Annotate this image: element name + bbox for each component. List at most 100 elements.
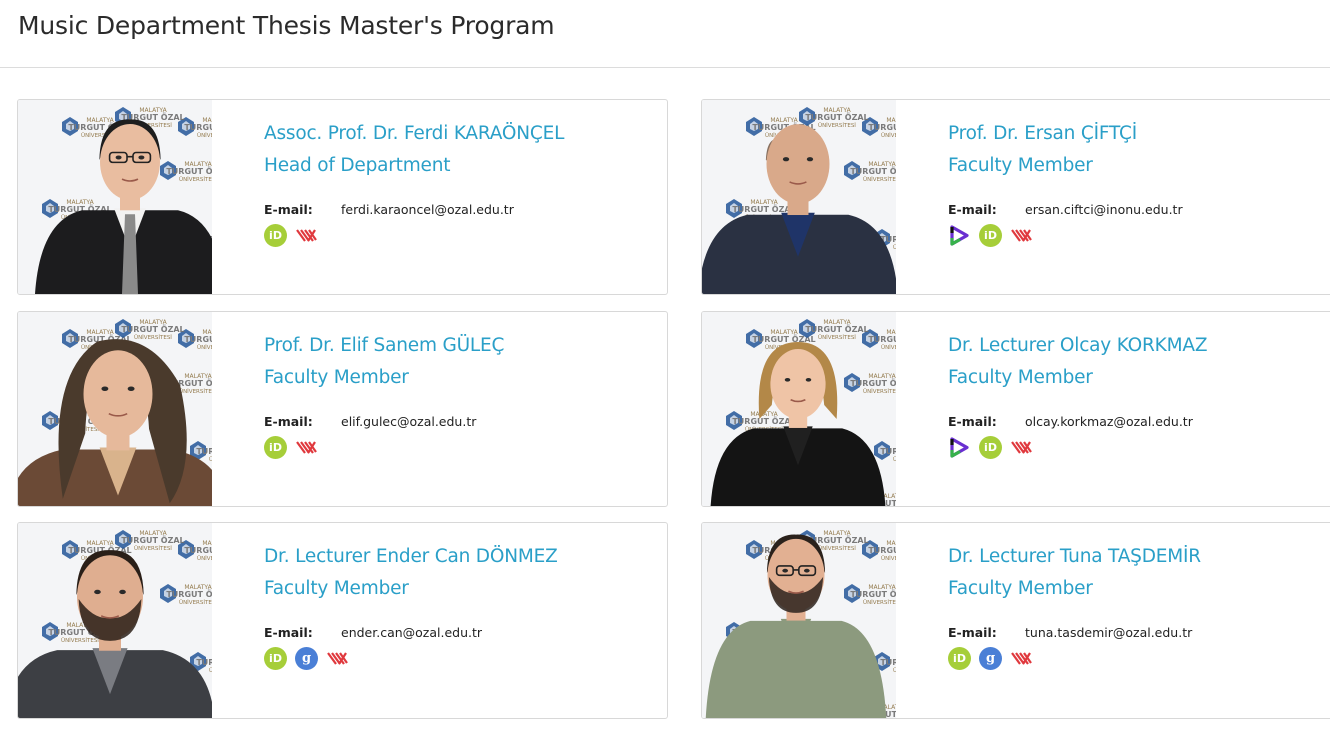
email-row: E-mail: olcay.korkmaz@ozal.edu.tr <box>948 414 1330 432</box>
faculty-name-link[interactable]: Dr. Lecturer Tuna TAŞDEMİR <box>948 541 1330 573</box>
profile-links: iD <box>264 223 659 247</box>
yoksis-icon[interactable] <box>1010 647 1033 670</box>
email-value[interactable]: olcay.korkmaz@ozal.edu.tr <box>1025 414 1193 429</box>
faculty-role[interactable]: Head of Department <box>264 150 659 182</box>
svg-text:ÜNİVERSİTESİ: ÜNİVERSİTESİ <box>197 132 212 139</box>
email-value[interactable]: elif.gulec@ozal.edu.tr <box>341 414 476 429</box>
svg-text:ÜNİVERSİTESİ: ÜNİVERSİTESİ <box>881 132 896 139</box>
svg-text:ÜNİVERSİTESİ: ÜNİVERSİTESİ <box>134 545 172 552</box>
faculty-card: MALATYA TURGUT ÖZAL ÜNİVERSİTESİ MALATYA… <box>701 311 1330 507</box>
faculty-card: MALATYA TURGUT ÖZAL ÜNİVERSİTESİ MALATYA… <box>17 522 668 719</box>
faculty-role[interactable]: Faculty Member <box>264 573 659 605</box>
orcid-icon[interactable]: iD <box>979 223 1002 247</box>
svg-text:TURGUT ÖZAL: TURGUT ÖZAL <box>732 416 795 426</box>
svg-text:ÜNİVERSİTESİ: ÜNİVERSİTESİ <box>893 456 896 463</box>
svg-text:ÜNİVERSİTESİ: ÜNİVERSİTESİ <box>209 667 212 674</box>
faculty-card: MALATYA TURGUT ÖZAL ÜNİVERSİTESİ MALATYA… <box>701 522 1330 719</box>
profile-photo: MALATYA TURGUT ÖZAL ÜNİVERSİTESİ MALATYA… <box>702 100 896 294</box>
svg-text:TURGUT ÖZAL: TURGUT ÖZAL <box>850 589 896 599</box>
svg-text:ÜNİVERSİTESİ: ÜNİVERSİTESİ <box>134 334 172 341</box>
faculty-name-link[interactable]: Dr. Lecturer Olcay KORKMAZ <box>948 330 1330 362</box>
email-row: E-mail: ender.can@ozal.edu.tr <box>264 625 659 643</box>
svg-text:TURGUT ÖZAL: TURGUT ÖZAL <box>880 446 896 456</box>
email-value[interactable]: ender.can@ozal.edu.tr <box>341 625 482 640</box>
profile-links: iD <box>948 223 1330 247</box>
yoksis-icon[interactable] <box>295 436 318 459</box>
faculty-role[interactable]: Faculty Member <box>948 362 1330 394</box>
svg-text:ÜNİVERSİTESİ: ÜNİVERSİTESİ <box>893 244 896 251</box>
profile-links: iD g <box>264 646 659 670</box>
profile-links: iD g <box>948 646 1330 670</box>
svg-text:TURGUT ÖZAL: TURGUT ÖZAL <box>805 324 868 334</box>
svg-text:TURGUT ÖZAL: TURGUT ÖZAL <box>184 545 212 555</box>
google-scholar-icon[interactable]: g <box>295 646 318 670</box>
publons-icon[interactable] <box>948 224 971 247</box>
svg-text:TURGUT ÖZAL: TURGUT ÖZAL <box>196 657 212 667</box>
svg-text:TURGUT ÖZAL: TURGUT ÖZAL <box>184 334 212 344</box>
email-value[interactable]: tuna.tasdemir@ozal.edu.tr <box>1025 625 1192 640</box>
faculty-role[interactable]: Faculty Member <box>264 362 659 394</box>
faculty-card: MALATYA TURGUT ÖZAL ÜNİVERSİTESİ MALATYA… <box>701 99 1330 295</box>
yoksis-icon[interactable] <box>295 224 318 247</box>
orcid-icon[interactable]: iD <box>264 435 287 459</box>
svg-text:TURGUT ÖZAL: TURGUT ÖZAL <box>850 166 896 176</box>
yoksis-icon[interactable] <box>326 647 349 670</box>
svg-text:ÜNİVERSİTESİ: ÜNİVERSİTESİ <box>863 176 896 183</box>
email-row: E-mail: ersan.ciftci@inonu.edu.tr <box>948 202 1330 220</box>
faculty-name-link[interactable]: Dr. Lecturer Ender Can DÖNMEZ <box>264 541 659 573</box>
profile-photo: MALATYA TURGUT ÖZAL ÜNİVERSİTESİ MALATYA… <box>702 312 896 506</box>
svg-text:TURGUT ÖZAL: TURGUT ÖZAL <box>868 545 896 555</box>
email-row: E-mail: ferdi.karaoncel@ozal.edu.tr <box>264 202 659 220</box>
orcid-icon[interactable]: iD <box>264 646 287 670</box>
svg-text:ÜNİVERSİTESİ: ÜNİVERSİTESİ <box>818 334 856 341</box>
orcid-icon[interactable]: iD <box>948 646 971 670</box>
email-row: E-mail: tuna.tasdemir@ozal.edu.tr <box>948 625 1330 643</box>
email-label: E-mail: <box>948 414 997 429</box>
faculty-info: Prof. Dr. Elif Sanem GÜLEÇ Faculty Membe… <box>264 330 659 459</box>
email-label: E-mail: <box>264 625 313 640</box>
svg-text:ÜNİVERSİTESİ: ÜNİVERSİTESİ <box>61 637 99 644</box>
yoksis-icon[interactable] <box>1010 224 1033 247</box>
email-value[interactable]: ersan.ciftci@inonu.edu.tr <box>1025 202 1183 217</box>
faculty-role[interactable]: Faculty Member <box>948 150 1330 182</box>
svg-text:ÜNİVERSİTESİ: ÜNİVERSİTESİ <box>197 555 212 562</box>
page-header: Music Department Thesis Master's Program <box>0 0 1330 68</box>
faculty-name-link[interactable]: Assoc. Prof. Dr. Ferdi KARAÖNÇEL <box>264 118 659 150</box>
svg-text:ÜNİVERSİTESİ: ÜNİVERSİTESİ <box>881 555 896 562</box>
google-scholar-icon[interactable]: g <box>979 646 1002 670</box>
email-value[interactable]: ferdi.karaoncel@ozal.edu.tr <box>341 202 514 217</box>
yoksis-icon[interactable] <box>1010 436 1033 459</box>
svg-text:ÜNİVERSİTESİ: ÜNİVERSİTESİ <box>893 667 896 674</box>
orcid-icon[interactable]: iD <box>979 435 1002 459</box>
email-label: E-mail: <box>264 202 313 217</box>
email-label: E-mail: <box>264 414 313 429</box>
svg-text:TURGUT ÖZAL: TURGUT ÖZAL <box>166 166 212 176</box>
faculty-info: Prof. Dr. Ersan ÇİFTÇİ Faculty Member E-… <box>948 118 1330 247</box>
email-row: E-mail: elif.gulec@ozal.edu.tr <box>264 414 659 432</box>
faculty-card: MALATYA TURGUT ÖZAL ÜNİVERSİTESİ MALATYA… <box>17 99 668 295</box>
profile-photo: MALATYA TURGUT ÖZAL ÜNİVERSİTESİ MALATYA… <box>18 523 212 718</box>
profile-photo: MALATYA TURGUT ÖZAL ÜNİVERSİTESİ MALATYA… <box>18 100 212 294</box>
faculty-info: Dr. Lecturer Tuna TAŞDEMİR Faculty Membe… <box>948 541 1330 670</box>
faculty-name-link[interactable]: Prof. Dr. Ersan ÇİFTÇİ <box>948 118 1330 150</box>
svg-text:ÜNİVERSİTESİ: ÜNİVERSİTESİ <box>179 388 212 395</box>
faculty-info: Dr. Lecturer Ender Can DÖNMEZ Faculty Me… <box>264 541 659 670</box>
svg-text:ÜNİVERSİTESİ: ÜNİVERSİTESİ <box>881 344 896 351</box>
profile-photo: MALATYA TURGUT ÖZAL ÜNİVERSİTESİ MALATYA… <box>18 312 212 506</box>
email-label: E-mail: <box>948 202 997 217</box>
publons-icon[interactable] <box>948 436 971 459</box>
svg-text:TURGUT ÖZAL: TURGUT ÖZAL <box>184 122 212 132</box>
orcid-icon[interactable]: iD <box>264 223 287 247</box>
svg-text:ÜNİVERSİTESİ: ÜNİVERSİTESİ <box>818 545 856 552</box>
svg-text:ÜNİVERSİTESİ: ÜNİVERSİTESİ <box>863 388 896 395</box>
faculty-role[interactable]: Faculty Member <box>948 573 1330 605</box>
svg-text:TURGUT ÖZAL: TURGUT ÖZAL <box>121 324 184 334</box>
svg-text:TURGUT ÖZAL: TURGUT ÖZAL <box>732 204 795 214</box>
faculty-name-link[interactable]: Prof. Dr. Elif Sanem GÜLEÇ <box>264 330 659 362</box>
svg-text:ÜNİVERSİTESİ: ÜNİVERSİTESİ <box>179 599 212 606</box>
svg-text:TURGUT ÖZAL: TURGUT ÖZAL <box>121 535 184 545</box>
profile-links: iD <box>948 435 1330 459</box>
faculty-card: MALATYA TURGUT ÖZAL ÜNİVERSİTESİ MALATYA… <box>17 311 668 507</box>
svg-text:ÜNİVERSİTESİ: ÜNİVERSİTESİ <box>209 456 212 463</box>
svg-text:TURGUT ÖZAL: TURGUT ÖZAL <box>880 657 896 667</box>
